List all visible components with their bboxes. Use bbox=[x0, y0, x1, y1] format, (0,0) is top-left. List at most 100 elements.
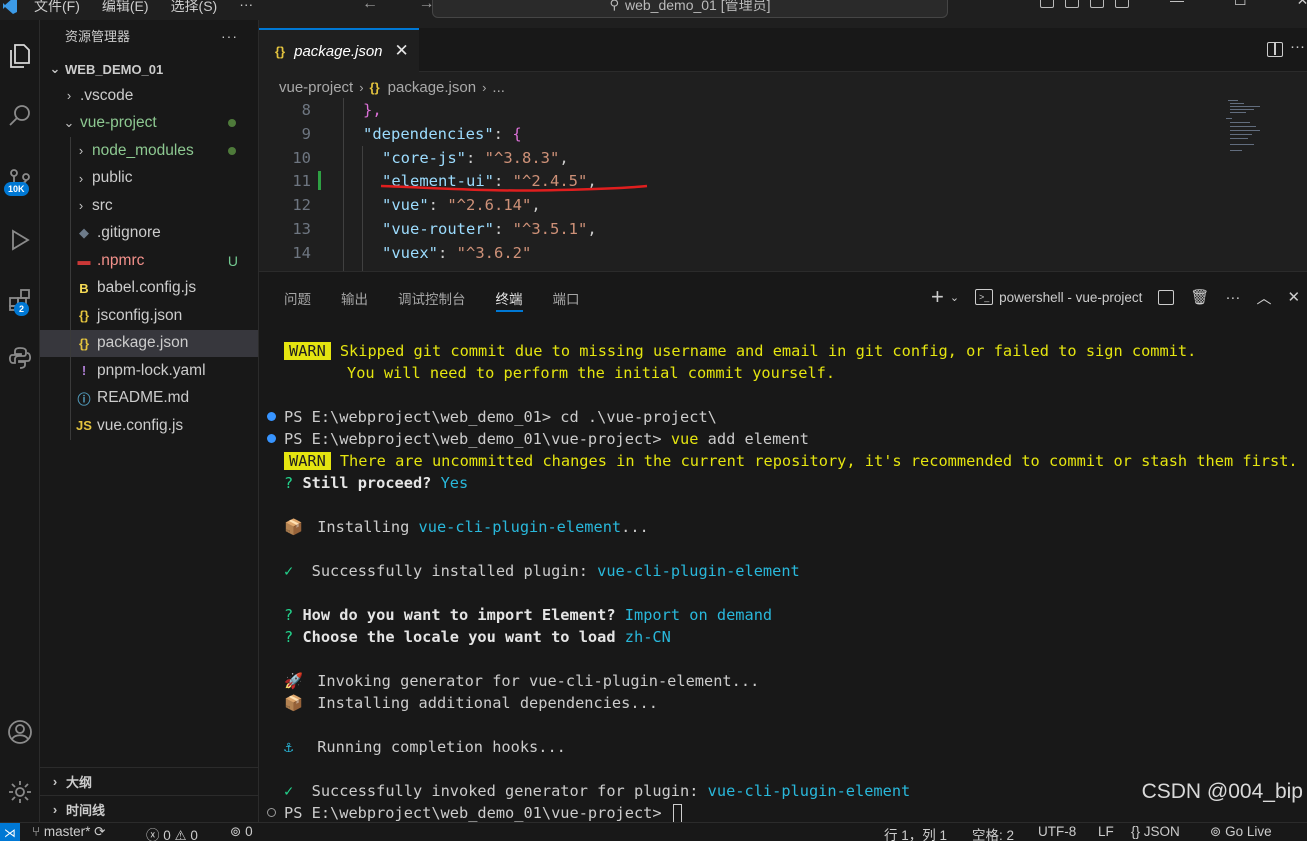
minimap[interactable] bbox=[1218, 98, 1278, 158]
folder-vue-project[interactable]: ⌄ vue-project bbox=[40, 110, 258, 138]
toggle-sidebar-icon[interactable] bbox=[1040, 0, 1054, 8]
split-editor-icon[interactable] bbox=[1267, 42, 1283, 57]
terminal-line: 📦 Installing additional dependencies... bbox=[284, 692, 658, 714]
timeline-label: 时间线 bbox=[66, 803, 106, 818]
close-tab-icon[interactable]: ✕ bbox=[395, 41, 409, 61]
explorer-icon[interactable] bbox=[0, 36, 40, 76]
file-jsconfig-json[interactable]: {} jsconfig.json bbox=[40, 302, 258, 330]
toggle-panel-icon[interactable] bbox=[1065, 0, 1079, 8]
file-pnpm-lock-yaml[interactable]: ! pnpm-lock.yaml bbox=[40, 357, 258, 385]
tree-item-label: jsconfig.json bbox=[97, 306, 183, 324]
check-icon: ✓ bbox=[284, 782, 294, 800]
timeline-section[interactable]: › 时间线 bbox=[40, 795, 259, 823]
tree-item-label: vue-project bbox=[80, 114, 157, 132]
breadcrumb-folder[interactable]: vue-project bbox=[279, 79, 353, 96]
run-debug-icon[interactable] bbox=[0, 220, 40, 260]
end-of-line[interactable]: LF bbox=[1098, 824, 1114, 839]
close-panel-icon[interactable]: ✕ bbox=[1287, 288, 1300, 306]
babel-icon: B bbox=[79, 280, 89, 296]
breadcrumb-symbol[interactable]: ... bbox=[492, 79, 505, 96]
close-window-icon[interactable]: ✕ bbox=[1297, 0, 1307, 9]
code-token: "core-js" bbox=[382, 148, 466, 167]
prompt: PS E:\webproject\web_demo_01\vue-project… bbox=[284, 804, 671, 822]
go-live-label: Go Live bbox=[1225, 824, 1272, 839]
tab-package-json[interactable]: {} package.json ✕ bbox=[259, 28, 419, 72]
folder-node-modules[interactable]: › node_modules bbox=[40, 137, 258, 165]
search-icon[interactable] bbox=[0, 96, 40, 136]
activity-bar: 10K 2 bbox=[0, 20, 40, 822]
indentation[interactable]: 空格: 2 bbox=[972, 824, 1014, 841]
folder-vscode[interactable]: › .vscode bbox=[40, 82, 258, 110]
warn-text: You will need to perform the initial com… bbox=[347, 364, 836, 382]
tab-ports[interactable]: 端口 bbox=[553, 288, 580, 308]
file-readme-md[interactable]: ⓘ README.md bbox=[40, 384, 258, 412]
indent-guide bbox=[70, 219, 71, 247]
rocket-icon: 🚀 bbox=[284, 672, 304, 690]
extensions-icon[interactable]: 2 bbox=[0, 280, 40, 320]
tab-problems[interactable]: 问题 bbox=[284, 288, 311, 308]
error-icon: ⓧ bbox=[146, 828, 160, 841]
cursor-position[interactable]: 行 1，列 1 bbox=[884, 824, 947, 841]
remote-indicator-icon[interactable]: ⋊ bbox=[0, 823, 20, 841]
encoding[interactable]: UTF-8 bbox=[1038, 824, 1076, 839]
file-gitignore[interactable]: ◆ .gitignore bbox=[40, 219, 258, 247]
maximize-icon[interactable]: ☐ bbox=[1234, 0, 1247, 9]
explorer-more-actions[interactable]: ··· bbox=[221, 28, 238, 44]
question-mark: ? bbox=[284, 606, 294, 624]
vscode-logo-icon bbox=[0, 0, 20, 16]
menu-file[interactable]: 文件(F) bbox=[34, 0, 80, 16]
python-icon[interactable] bbox=[0, 338, 40, 378]
branch-status[interactable]: ⑂ master* ⟳ bbox=[32, 824, 105, 840]
line-number: 14 bbox=[292, 243, 311, 262]
folder-src[interactable]: › src bbox=[40, 192, 258, 220]
minimize-icon[interactable]: — bbox=[1170, 0, 1184, 9]
more-icon[interactable]: ··· bbox=[1225, 289, 1240, 306]
chevron-right-icon: › bbox=[482, 79, 487, 95]
command-decoration-icon[interactable] bbox=[267, 808, 276, 817]
tab-terminal[interactable]: 终端 bbox=[495, 288, 523, 312]
file-babel-config-js[interactable]: Bbabel.config.js bbox=[40, 274, 258, 302]
editor-more-icon[interactable]: ··· bbox=[1290, 38, 1305, 55]
code-editor[interactable]: 8}, 9 "dependencies": {10 "core-js": "^3.8.… bbox=[259, 98, 1307, 271]
breadcrumb-file[interactable]: package.json bbox=[388, 79, 476, 96]
settings-gear-icon[interactable] bbox=[0, 772, 40, 812]
scm-badge: 10K bbox=[4, 182, 29, 196]
go-live-button[interactable]: ⊚ Go Live bbox=[1210, 824, 1272, 840]
file-npmrc[interactable]: ▬ .npmrc U bbox=[40, 247, 258, 275]
search-icon: ⚲ bbox=[609, 0, 619, 12]
language-mode[interactable]: {} JSON bbox=[1131, 824, 1180, 839]
toggle-secondary-sidebar-icon[interactable] bbox=[1090, 0, 1104, 8]
chevron-right-icon: › bbox=[52, 774, 58, 789]
problems-status[interactable]: ⓧ 0 ⚠ 0 bbox=[146, 824, 198, 841]
menu-selection[interactable]: 选择(S) bbox=[171, 0, 218, 16]
new-terminal-icon[interactable]: + bbox=[931, 284, 944, 310]
trash-icon[interactable]: 🗑 bbox=[1190, 288, 1209, 306]
command-center-search[interactable]: ⚲ web_demo_01 [管理员] bbox=[432, 0, 948, 18]
tab-output[interactable]: 输出 bbox=[341, 288, 368, 308]
menu-more[interactable]: ··· bbox=[239, 0, 253, 16]
command-decoration-icon[interactable] bbox=[267, 434, 276, 443]
source-control-icon[interactable]: 10K bbox=[0, 160, 40, 200]
menu-edit[interactable]: 编辑(E) bbox=[102, 0, 149, 16]
package-name: vue-cli-plugin-element bbox=[597, 562, 800, 580]
ports-status[interactable]: ⊚ 0 bbox=[230, 824, 253, 840]
tab-debug-console[interactable]: 调试控制台 bbox=[398, 288, 466, 308]
code-token: "vuex" bbox=[382, 243, 438, 262]
prompt: PS E:\webproject\web_demo_01\vue-project… bbox=[284, 430, 671, 448]
outline-section[interactable]: › 大纲 bbox=[40, 767, 259, 795]
chevron-right-icon: › bbox=[78, 170, 84, 186]
terminal-name[interactable]: powershell - vue-project bbox=[999, 290, 1142, 305]
customize-layout-icon[interactable] bbox=[1115, 0, 1129, 8]
code-token: "^3.8.3" bbox=[484, 148, 560, 167]
file-package-json[interactable]: {} package.json bbox=[40, 329, 258, 357]
workspace-header[interactable]: ⌄ WEB_DEMO_01 bbox=[40, 56, 258, 82]
maximize-panel-icon[interactable]: ︿ bbox=[1256, 287, 1271, 308]
code-text: "vue": "^2.6.14", bbox=[382, 196, 541, 214]
code-token: , bbox=[587, 220, 597, 238]
file-vue-config-js[interactable]: JS vue.config.js bbox=[40, 412, 258, 440]
chevron-down-icon[interactable]: ⌄ bbox=[950, 291, 959, 304]
account-icon[interactable] bbox=[0, 712, 40, 752]
command-decoration-icon[interactable] bbox=[267, 412, 276, 421]
split-terminal-icon[interactable] bbox=[1158, 289, 1175, 305]
folder-public[interactable]: › public bbox=[40, 164, 258, 192]
